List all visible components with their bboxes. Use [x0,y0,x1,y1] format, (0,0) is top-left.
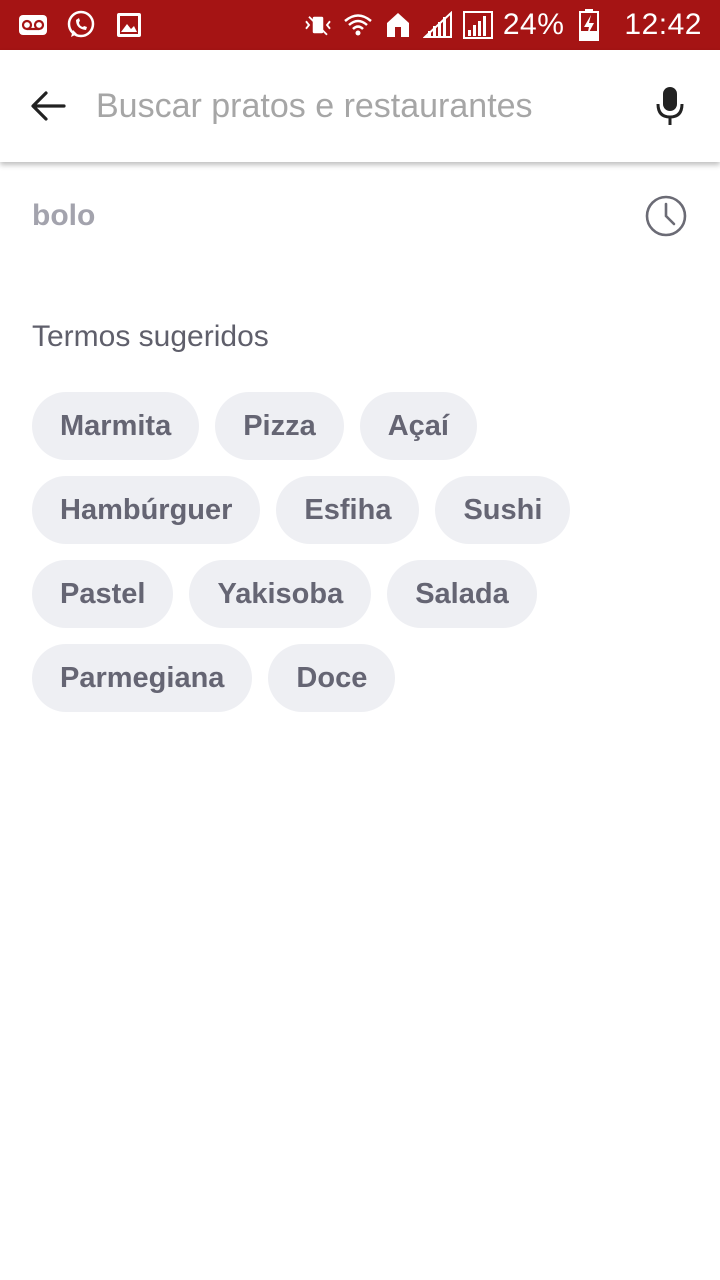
suggestion-chip[interactable]: Parmegiana [32,644,253,712]
suggestion-chip[interactable]: Pastel [32,560,174,628]
suggested-terms-chips: Marmita Pizza Açaí Hambúrguer Esfiha Sus… [32,392,692,728]
suggestion-chip[interactable]: Salada [387,560,537,628]
status-bar: 24% 12:42 [0,0,720,50]
whatsapp-icon [66,10,96,40]
history-item-label: bolo [32,199,96,232]
signal-icon [462,10,493,40]
chip-row: Parmegiana Doce [32,644,692,712]
voicemail-icon [18,10,48,40]
signal-icon [422,10,453,40]
status-clock: 12:42 [624,8,702,41]
search-header [0,50,720,162]
arrow-left-icon [31,91,66,121]
chip-row: Hambúrguer Esfiha Sushi [32,476,692,544]
chip-row: Marmita Pizza Açaí [32,392,692,460]
suggested-terms-title: Termos sugeridos [32,320,269,353]
image-icon [114,10,144,40]
suggestion-chip[interactable]: Yakisoba [189,560,372,628]
suggestion-chip[interactable]: Marmita [32,392,200,460]
clock-icon [645,195,687,237]
suggestion-chip[interactable]: Pizza [215,392,344,460]
battery-percent: 24% [502,8,565,41]
suggestion-chip[interactable]: Hambúrguer [32,476,261,544]
back-button[interactable] [0,50,96,162]
battery-charging-icon [574,9,604,41]
chip-row: Pastel Yakisoba Salada [32,560,692,628]
suggestion-chip[interactable]: Açaí [359,392,477,460]
search-input[interactable] [96,76,620,136]
vibrate-icon [303,10,333,40]
status-bar-right: 24% 12:42 [303,8,702,42]
suggestion-chip[interactable]: Sushi [435,476,571,544]
history-item[interactable]: bolo [0,170,720,262]
microphone-icon [656,87,684,125]
suggestion-chip[interactable]: Doce [268,644,396,712]
suggestion-chip[interactable]: Esfiha [276,476,420,544]
wifi-icon [343,10,373,40]
voice-search-button[interactable] [620,50,720,162]
home-icon [383,10,413,40]
status-bar-left [18,10,144,40]
